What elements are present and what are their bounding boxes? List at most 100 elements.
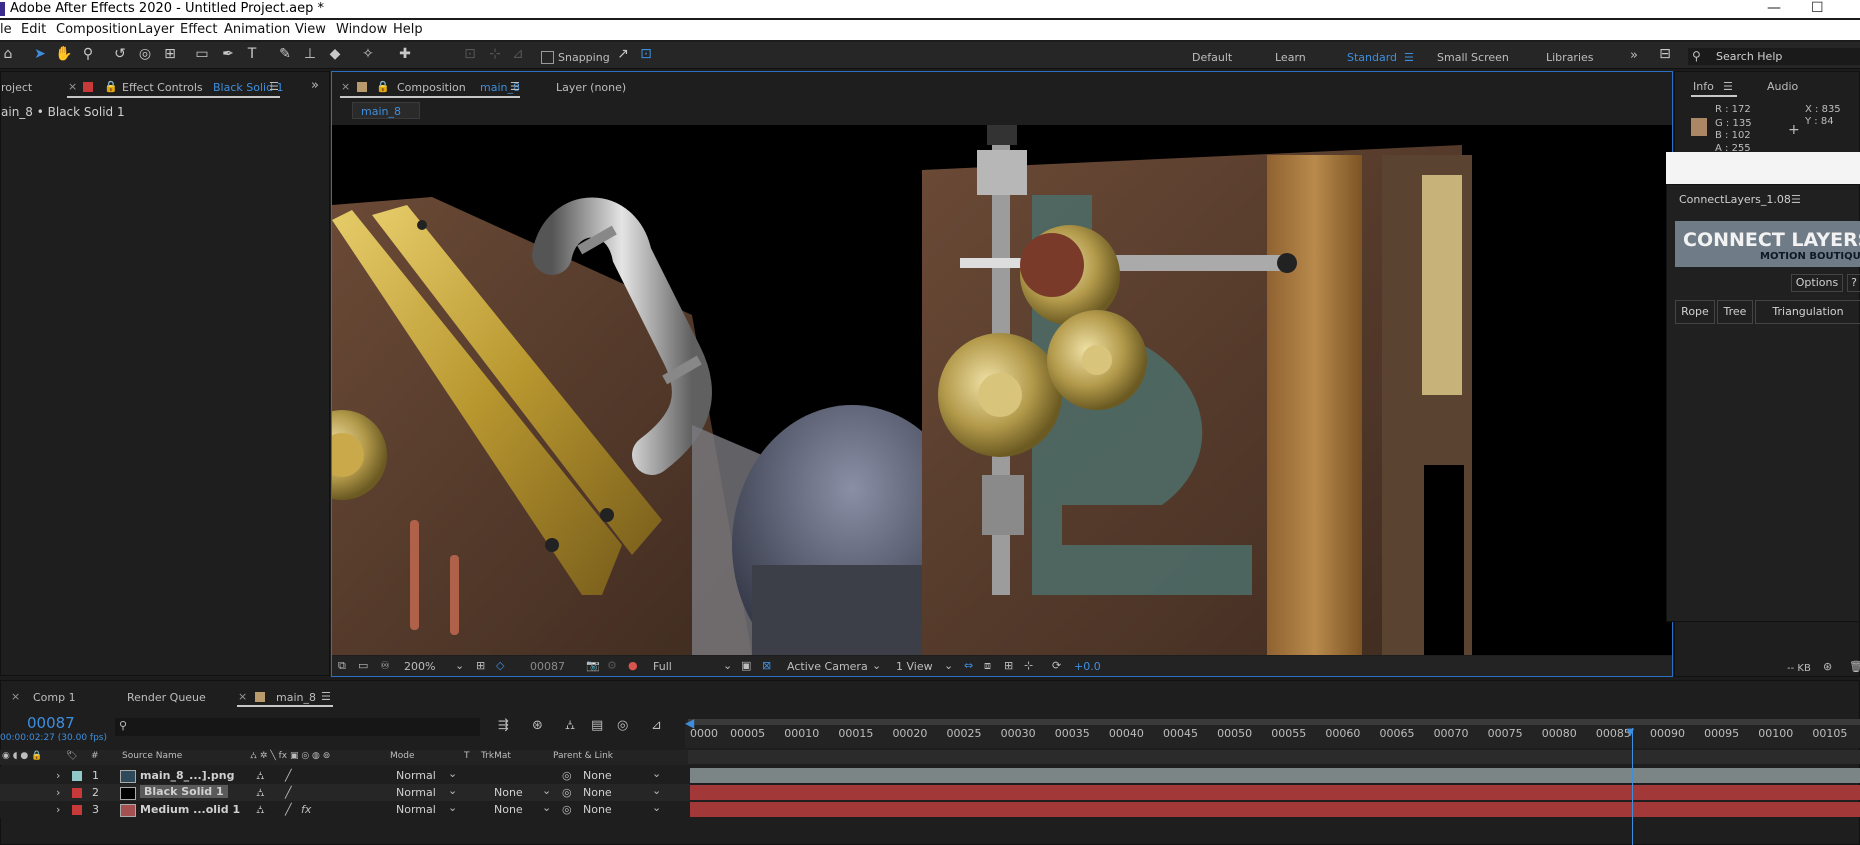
shy-switch-icon[interactable]: ⛼: [256, 803, 265, 818]
cache-icon[interactable]: ⊛: [1823, 660, 1832, 673]
menu-composition[interactable]: Composition: [56, 22, 137, 37]
layer-label-swatch[interactable]: [72, 805, 82, 815]
quality-switch-icon[interactable]: ╱: [285, 769, 292, 782]
comp-tab-label[interactable]: Composition: [397, 81, 466, 94]
snapping-checkbox[interactable]: [541, 51, 554, 64]
menu-animation[interactable]: Animation: [224, 22, 290, 37]
col-mode[interactable]: Mode: [390, 751, 415, 761]
layer-row[interactable]: › 3 Medium ...olid 1 ⛼ ╱ fx Normal ⌄ None ⌄ ◎ None ⌄: [0, 801, 690, 818]
help-button[interactable]: ?: [1847, 274, 1860, 292]
shy-layers-icon[interactable]: ⛼: [565, 718, 575, 735]
workspace-libraries[interactable]: Libraries: [1546, 51, 1594, 64]
switches-icons[interactable]: ⛼ ✲ ╲ fx ▣ ◎ ◍ ⊚: [250, 751, 330, 762]
zoom-tool-icon[interactable]: ⚲: [80, 46, 96, 62]
fast-preview-icon[interactable]: ⊠: [762, 659, 771, 672]
layer-duration-bar[interactable]: [690, 785, 1860, 800]
mask-visibility-icon[interactable]: ♾: [380, 659, 390, 672]
close-tab-icon[interactable]: ×: [11, 690, 20, 703]
view-layout-dropdown[interactable]: 1 View: [896, 660, 933, 673]
snap-features-icon[interactable]: ⊡: [638, 46, 654, 62]
fit-icon[interactable]: ⊞: [476, 659, 485, 672]
orbit-camera-icon[interactable]: ◎: [137, 46, 153, 62]
snap-edges-icon[interactable]: ↗: [615, 46, 631, 62]
menu-help[interactable]: Help: [393, 22, 423, 37]
panel-menu-icon[interactable]: ☰: [1791, 193, 1801, 206]
close-tab-icon[interactable]: ×: [68, 80, 77, 93]
layer-name[interactable]: main_8_...].png: [140, 769, 234, 782]
composition-viewer[interactable]: [332, 125, 1672, 655]
layer-row[interactable]: › 1 main_8_...].png ⛼ ╱ Normal ⌄ ◎ None ⌄: [0, 767, 690, 784]
effect-controls-label[interactable]: Effect Controls: [122, 81, 203, 94]
rectangle-tool-icon[interactable]: ▭: [194, 46, 210, 62]
axis-local-icon[interactable]: ⊡: [462, 46, 478, 62]
workspace-default[interactable]: Default: [1192, 51, 1232, 64]
workspace-menu-icon[interactable]: ☰: [1404, 51, 1414, 64]
menu-view[interactable]: View: [295, 22, 326, 37]
camera-dropdown[interactable]: Active Camera: [787, 660, 868, 673]
lock-icon[interactable]: 🔒: [104, 80, 118, 93]
work-area-bar[interactable]: [688, 719, 1860, 725]
parent-dropdown[interactable]: None: [583, 803, 612, 816]
layer-duration-bar[interactable]: [690, 802, 1860, 817]
brush-tool-icon[interactable]: ✎: [277, 46, 293, 62]
parent-pickwhip-icon[interactable]: ◎: [562, 803, 572, 816]
draft-3d-icon[interactable]: ⊛: [532, 718, 543, 733]
workspace-size-icon[interactable]: ⊟: [1657, 46, 1673, 62]
panel-menu-icon[interactable]: ☰: [1723, 80, 1733, 93]
axis-world-icon[interactable]: ⊹: [487, 46, 503, 62]
menu-layer[interactable]: Layer: [138, 22, 174, 37]
rotate-tool-icon[interactable]: ↺: [112, 46, 128, 62]
close-tab-icon[interactable]: ×: [341, 80, 350, 93]
label-icon[interactable]: 🏷: [66, 751, 77, 761]
parent-pickwhip-icon[interactable]: ◎: [562, 769, 572, 782]
tab-audio[interactable]: Audio: [1767, 80, 1798, 93]
current-frame-field[interactable]: 00087: [530, 660, 565, 673]
tree-button[interactable]: Tree: [1717, 300, 1753, 324]
trash-icon[interactable]: 🗑: [1849, 660, 1860, 673]
workspace-learn[interactable]: Learn: [1275, 51, 1306, 64]
minimize-icon[interactable]: —: [1767, 0, 1781, 16]
axis-view-icon[interactable]: ⊿: [510, 46, 526, 62]
layer-label-swatch[interactable]: [72, 771, 82, 781]
layer-search-input[interactable]: ⚲: [115, 718, 480, 736]
col-number[interactable]: #: [91, 751, 99, 761]
playhead-handle[interactable]: ▼: [1627, 728, 1637, 738]
layer-label-swatch[interactable]: [72, 788, 82, 798]
transparency-grid-icon[interactable]: ▣: [741, 659, 751, 672]
pan-behind-icon[interactable]: ⊞: [162, 46, 178, 62]
graph-editor-icon[interactable]: ⊿: [651, 718, 662, 733]
triangulation-button[interactable]: Triangulation: [1755, 300, 1860, 324]
workspace-overflow-icon[interactable]: »: [1630, 48, 1638, 63]
search-help-field[interactable]: ⚲ Search Help: [1688, 48, 1860, 65]
snapshot-icon[interactable]: 📷: [586, 659, 600, 672]
layer-name[interactable]: Black Solid 1: [140, 785, 228, 798]
menu-edit[interactable]: Edit: [21, 22, 46, 37]
av-switches-icon[interactable]: ◉ ◖ ● 🔒: [2, 751, 42, 761]
trkmat-dropdown[interactable]: None: [494, 803, 523, 816]
eraser-tool-icon[interactable]: ◆: [327, 46, 343, 62]
frame-blending-icon[interactable]: ▤: [591, 718, 603, 733]
col-source-name[interactable]: Source Name: [122, 751, 182, 761]
trkmat-dropdown[interactable]: None: [494, 786, 523, 799]
comp-flowchart-icon[interactable]: ⊞: [1004, 659, 1013, 672]
flowchart-icon[interactable]: ⊹: [1024, 659, 1033, 672]
workspace-small-screen[interactable]: Small Screen: [1437, 51, 1509, 64]
reset-exposure-icon[interactable]: ⟳: [1052, 659, 1061, 672]
quality-switch-icon[interactable]: ╱: [285, 803, 292, 816]
hand-tool-icon[interactable]: ✋: [55, 46, 72, 62]
selection-tool-icon[interactable]: ➤: [32, 46, 48, 62]
lock-icon[interactable]: 🔒: [376, 80, 390, 93]
close-tab-icon[interactable]: ×: [238, 690, 247, 703]
roto-brush-icon[interactable]: ✧: [360, 46, 376, 62]
expand-chevron-icon[interactable]: ›: [56, 786, 60, 799]
comp-subtab[interactable]: main_8: [352, 102, 420, 119]
playhead[interactable]: [1631, 728, 1633, 845]
layer-row[interactable]: › 2 Black Solid 1 ⛼ ╱ Normal ⌄ None ⌄ ◎ None ⌄: [0, 784, 690, 801]
tab-comp-1[interactable]: Comp 1: [33, 691, 76, 704]
rope-button[interactable]: Rope: [1675, 300, 1715, 324]
tab-info[interactable]: Info: [1693, 80, 1714, 93]
menu-file[interactable]: le: [0, 22, 12, 37]
clone-stamp-icon[interactable]: ⊥: [302, 46, 318, 62]
effect-switch-icon[interactable]: fx: [301, 803, 311, 816]
shy-switch-icon[interactable]: ⛼: [256, 786, 265, 801]
